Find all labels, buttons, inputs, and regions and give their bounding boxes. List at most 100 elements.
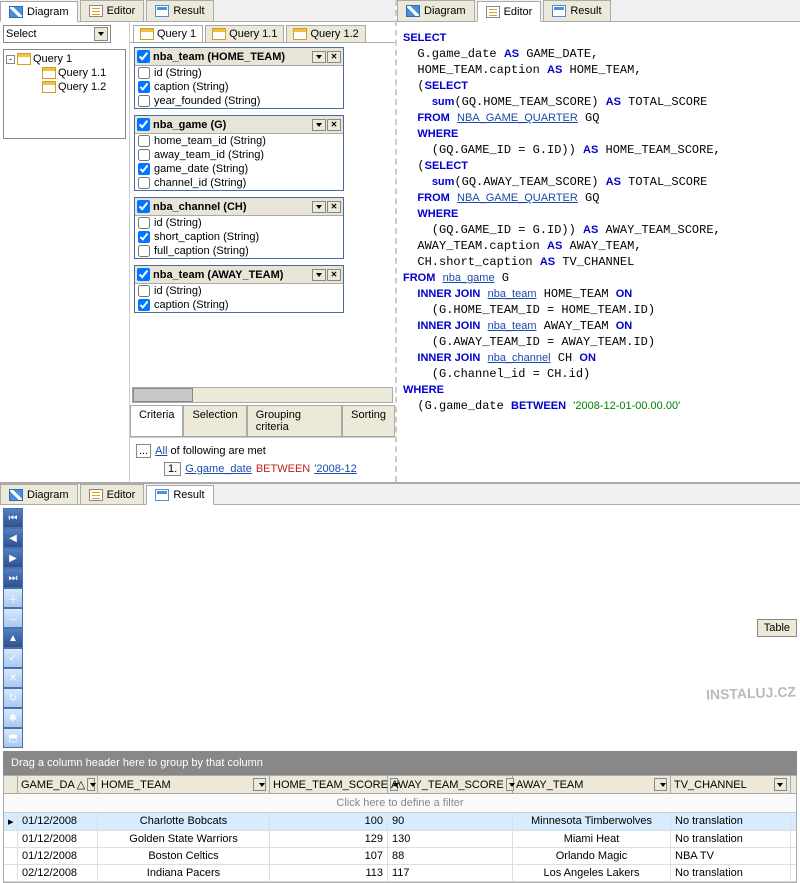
column-filter-icon[interactable] (253, 778, 266, 791)
close-icon[interactable]: ✕ (327, 51, 341, 63)
grid-cell[interactable]: 01/12/2008 (18, 848, 98, 864)
criteria-all-link[interactable]: All (155, 445, 167, 457)
select-dropdown[interactable]: Select (3, 25, 111, 43)
entity-field-row[interactable]: caption (String) (135, 298, 343, 312)
field-checkbox[interactable] (138, 67, 150, 79)
right-tab-result[interactable]: Result (543, 0, 610, 21)
toolbar-button-7[interactable]: ✓ (3, 648, 23, 668)
column-filter-icon[interactable] (87, 778, 95, 791)
entity-field-row[interactable]: channel_id (String) (135, 176, 343, 190)
toolbar-button-3[interactable]: ⏭ (3, 568, 23, 588)
entity-field-row[interactable]: id (String) (135, 284, 343, 298)
grid-cell[interactable]: 02/12/2008 (18, 865, 98, 881)
table-row[interactable]: 01/12/2008Golden State Warriors129130Mia… (4, 831, 796, 848)
grid-cell[interactable]: No translation (671, 865, 791, 881)
column-header[interactable]: GAME_DA△ (18, 776, 98, 793)
field-checkbox[interactable] (138, 231, 150, 243)
grid-cell[interactable]: No translation (671, 813, 791, 830)
table-row[interactable]: 01/12/2008Boston Celtics10788Orlando Mag… (4, 848, 796, 865)
grid-cell[interactable]: 100 (270, 813, 388, 830)
left-tab-result[interactable]: Result (146, 0, 213, 21)
table-row[interactable]: ▸01/12/2008Charlotte Bobcats10090Minneso… (4, 813, 796, 831)
entity-field-row[interactable]: id (String) (135, 216, 343, 230)
field-checkbox[interactable] (138, 217, 150, 229)
field-checkbox[interactable] (138, 135, 150, 147)
toolbar-button-4[interactable]: ＋ (3, 588, 23, 608)
entity-checkbox[interactable] (137, 200, 150, 213)
entity-field-row[interactable]: away_team_id (String) (135, 148, 343, 162)
grid-cell[interactable]: 01/12/2008 (18, 831, 98, 847)
group-by-bar[interactable]: Drag a column header here to group by th… (3, 751, 797, 775)
grid-cell[interactable]: Miami Heat (513, 831, 671, 847)
grid-cell[interactable]: Orlando Magic (513, 848, 671, 864)
entity-field-row[interactable]: home_team_id (String) (135, 134, 343, 148)
entity-header[interactable]: nba_channel (CH)✕ (135, 198, 343, 216)
field-checkbox[interactable] (138, 163, 150, 175)
toolbar-button-6[interactable]: ▲ (3, 628, 23, 648)
left-tab-diagram[interactable]: Diagram (0, 1, 78, 22)
entity-checkbox[interactable] (137, 50, 150, 63)
entity-checkbox[interactable] (137, 118, 150, 131)
grid-cell[interactable]: Golden State Warriors (98, 831, 270, 847)
toolbar-button-0[interactable]: ⏮ (3, 508, 23, 528)
entity-header[interactable]: nba_game (G)✕ (135, 116, 343, 134)
entity-field-row[interactable]: year_founded (String) (135, 94, 343, 108)
entity-box[interactable]: nba_channel (CH)✕id (String)short_captio… (134, 197, 344, 259)
left-tab-editor[interactable]: Editor (80, 0, 145, 21)
field-checkbox[interactable] (138, 149, 150, 161)
query-tree[interactable]: - Query 1 Query 1.1 Query 1.2 (3, 49, 126, 139)
tree-item[interactable]: - Query 1 (6, 52, 123, 66)
grid-cell[interactable]: 130 (388, 831, 513, 847)
bottom-tab-editor[interactable]: Editor (80, 484, 145, 504)
close-icon[interactable]: ✕ (327, 119, 341, 131)
column-header[interactable]: HOME_TEAM (98, 776, 270, 793)
filter-row[interactable]: Click here to define a filter (4, 794, 796, 813)
field-checkbox[interactable] (138, 81, 150, 93)
grid-cell[interactable]: Los Angeles Lakers (513, 865, 671, 881)
grid-cell[interactable]: 90 (388, 813, 513, 830)
close-icon[interactable]: ✕ (327, 269, 341, 281)
horizontal-scrollbar[interactable] (132, 387, 393, 403)
chevron-down-icon[interactable] (312, 51, 326, 63)
criteria-operator[interactable]: BETWEEN (256, 463, 310, 475)
toolbar-button-9[interactable]: ↻ (3, 688, 23, 708)
grid-cell[interactable]: NBA TV (671, 848, 791, 864)
entity-field-row[interactable]: id (String) (135, 66, 343, 80)
toolbar-button-5[interactable]: － (3, 608, 23, 628)
bottom-tab-result[interactable]: Result (146, 485, 213, 505)
entity-field-row[interactable]: game_date (String) (135, 162, 343, 176)
toolbar-button-1[interactable]: ◀ (3, 528, 23, 548)
grid-cell[interactable]: Boston Celtics (98, 848, 270, 864)
criteria-tab[interactable]: Criteria (130, 406, 183, 437)
toolbar-button-10[interactable]: ✱ (3, 708, 23, 728)
table-row[interactable]: 02/12/2008Indiana Pacers113117Los Angele… (4, 865, 796, 882)
right-tab-editor[interactable]: Editor (477, 1, 542, 22)
toolbar-button-2[interactable]: ▶ (3, 548, 23, 568)
field-checkbox[interactable] (138, 245, 150, 257)
column-header[interactable]: TV_CHANNEL (671, 776, 791, 793)
entity-field-row[interactable]: full_caption (String) (135, 244, 343, 258)
diagram-canvas[interactable]: nba_team (HOME_TEAM)✕id (String)caption … (130, 43, 395, 385)
field-checkbox[interactable] (138, 95, 150, 107)
entity-header[interactable]: nba_team (HOME_TEAM)✕ (135, 48, 343, 66)
entity-field-row[interactable]: short_caption (String) (135, 230, 343, 244)
field-checkbox[interactable] (138, 299, 150, 311)
query-tab[interactable]: Query 1.2 (286, 25, 365, 42)
chevron-down-icon[interactable] (312, 269, 326, 281)
column-header[interactable]: HOME_TEAM_SCORE (270, 776, 388, 793)
bottom-tab-diagram[interactable]: Diagram (0, 484, 78, 504)
criteria-root-box[interactable]: ... (136, 444, 151, 458)
entity-box[interactable]: nba_team (AWAY_TEAM)✕id (String)caption … (134, 265, 344, 313)
field-checkbox[interactable] (138, 285, 150, 297)
grid-cell[interactable]: 107 (270, 848, 388, 864)
criteria-tab[interactable]: Sorting (342, 406, 395, 437)
entity-box[interactable]: nba_game (G)✕home_team_id (String)away_t… (134, 115, 344, 191)
column-filter-icon[interactable] (774, 778, 787, 791)
chevron-down-icon[interactable] (312, 201, 326, 213)
grid-cell[interactable]: 117 (388, 865, 513, 881)
grid-cell[interactable]: 129 (270, 831, 388, 847)
column-filter-icon[interactable] (654, 778, 667, 791)
toolbar-button-11[interactable]: ⬒ (3, 728, 23, 748)
toolbar-button-8[interactable]: ✕ (3, 668, 23, 688)
grid-cell[interactable]: Minnesota Timberwolves (513, 813, 671, 830)
